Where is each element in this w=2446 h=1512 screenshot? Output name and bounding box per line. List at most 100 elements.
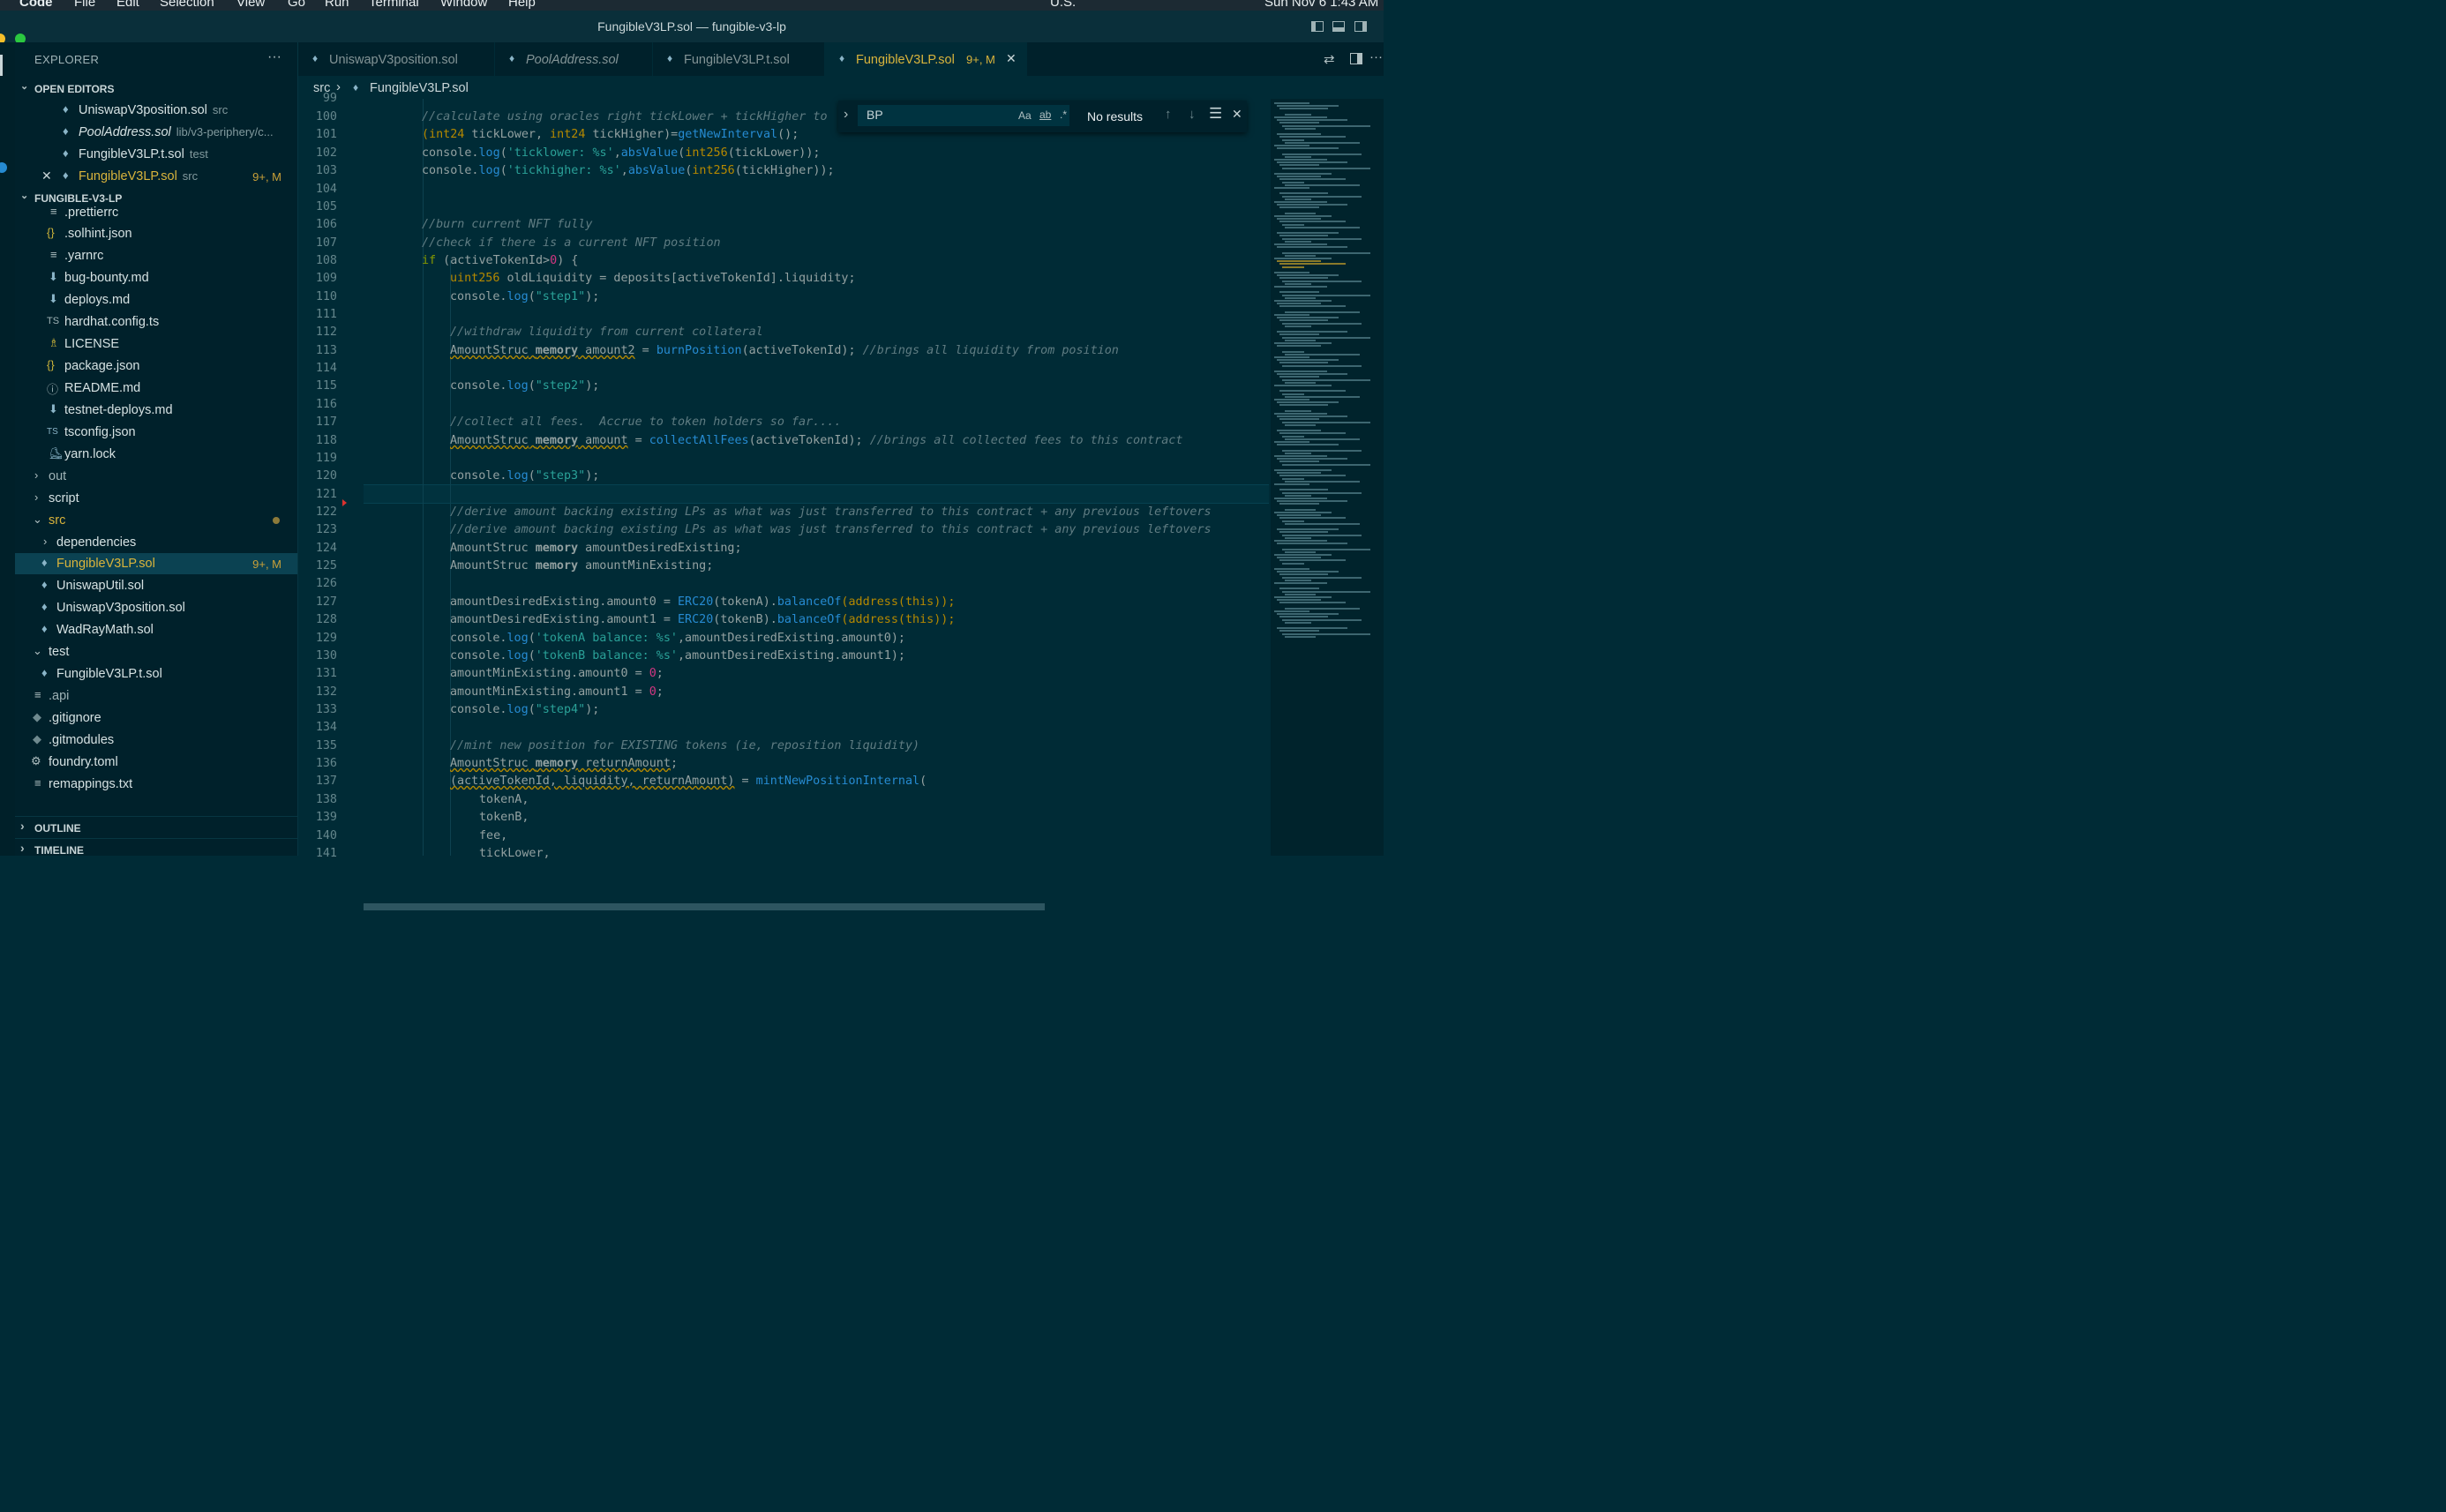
explorer-activity-indicator[interactable]	[0, 55, 3, 76]
use-regex-icon[interactable]: .*	[1060, 109, 1067, 121]
tree-item-file[interactable]: ⓘ README.md	[15, 378, 297, 399]
minimap[interactable]	[1271, 99, 1384, 856]
minimap-line	[1282, 153, 1362, 155]
notification-dot-icon	[0, 162, 7, 173]
tree-item-file[interactable]: ◆ .gitmodules	[15, 730, 297, 751]
close-icon[interactable]: ✕	[41, 168, 52, 183]
line-number: 135	[315, 739, 337, 752]
tree-item-file[interactable]: ⛸ yarn.lock	[15, 444, 297, 465]
tree-item-label: script	[49, 491, 79, 505]
code-line: //collect all fees. Accrue to token hold…	[364, 415, 841, 429]
tree-item-file[interactable]: ♦ UniswapUtil.sol	[15, 575, 297, 596]
tree-item-folder[interactable]: › script	[15, 488, 297, 509]
minimap-line	[1274, 371, 1327, 372]
open-editor-path: test	[189, 147, 208, 161]
previous-match-icon[interactable]: ↑	[1165, 107, 1172, 122]
tree-item-file[interactable]: ≡ .prettierrc	[15, 202, 297, 223]
minimap-line	[1279, 630, 1319, 632]
tree-item-file[interactable]: TS tsconfig.json	[15, 422, 297, 443]
git-icon: ◆	[33, 732, 41, 745]
toggle-panel-icon[interactable]	[1332, 21, 1345, 32]
menu-run[interactable]: Run	[325, 0, 349, 10]
menu-app[interactable]: Code	[19, 0, 53, 10]
solidity-file-icon: ♦	[312, 52, 319, 64]
menu-window[interactable]: Window	[440, 0, 487, 10]
tree-item-file-selected[interactable]: ♦ FungibleV3LP.sol 9+, M	[15, 553, 297, 574]
tree-item-file[interactable]: TS hardhat.config.ts	[15, 311, 297, 333]
tree-item-folder[interactable]: › dependencies	[15, 532, 297, 553]
match-whole-word-icon[interactable]: ab	[1039, 109, 1051, 121]
menubar-clock[interactable]: Sun Nov 6 1:43 AM	[1264, 0, 1378, 10]
more-actions-icon[interactable]: ···	[1369, 49, 1383, 64]
tree-item-file[interactable]: ♦ UniswapV3position.sol	[15, 597, 297, 618]
toggle-secondary-sidebar-icon[interactable]	[1354, 21, 1367, 32]
code-token: AmountStruc	[450, 757, 529, 770]
tree-item-file[interactable]: ♗ LICENSE	[15, 333, 297, 355]
code-token: ,amountDesiredExisting.amount0);	[678, 632, 905, 645]
line-number: 105	[315, 200, 337, 213]
split-editor-icon[interactable]	[1350, 53, 1362, 64]
tree-item-file[interactable]: ⬇ deploys.md	[15, 289, 297, 311]
solidity-file-icon: ♦	[839, 52, 845, 64]
modified-badge: 9+, M	[252, 170, 281, 183]
close-icon[interactable]: ✕	[1232, 107, 1242, 122]
toggle-sidebar-icon[interactable]	[1311, 21, 1324, 32]
code-line: tokenB,	[364, 811, 529, 824]
tree-item-folder[interactable]: › out	[15, 466, 297, 487]
minimap-line	[1282, 618, 1362, 621]
menu-file[interactable]: File	[74, 0, 95, 10]
explorer-more-actions-icon[interactable]: ···	[267, 49, 281, 65]
tab-pooladdress[interactable]: ♦ PoolAddress.sol	[495, 42, 653, 76]
next-match-icon[interactable]: ↓	[1189, 107, 1196, 122]
tree-item-folder-open[interactable]: ⌄ test	[15, 641, 297, 662]
toggle-replace-chevron-icon[interactable]: ›	[844, 107, 848, 123]
open-editor-item[interactable]: ♦ PoolAddress.sol lib/v3-periphery/c...	[15, 122, 297, 143]
horizontal-scrollbar[interactable]	[364, 903, 1045, 910]
source-control-compare-icon[interactable]: ⇄	[1324, 51, 1335, 67]
menu-view[interactable]: View	[236, 0, 265, 10]
tree-item-file[interactable]: ⬇ bug-bounty.md	[15, 267, 297, 288]
minimap-line	[1279, 404, 1328, 407]
code-token: collectAllFees	[649, 434, 749, 447]
timeline-header[interactable]: › TIMELINE	[15, 838, 297, 856]
menu-terminal[interactable]: Terminal	[369, 0, 419, 10]
tab-fungiblev3lp-test[interactable]: ♦ FungibleV3LP.t.sol	[653, 42, 825, 76]
close-icon[interactable]: ✕	[1006, 51, 1017, 66]
tree-item-file[interactable]: ⬇ testnet-deploys.md	[15, 400, 297, 421]
tree-item-file[interactable]: ◆ .gitignore	[15, 707, 297, 729]
code-token: amountMinExisting.amount0 =	[450, 667, 649, 680]
find-input[interactable]: BP Aa ab .*	[858, 105, 1069, 126]
tree-item-file[interactable]: ⚙ foundry.toml	[15, 752, 297, 773]
tree-item-file[interactable]: {} .solhint.json	[15, 223, 297, 244]
tree-item-file[interactable]: ♦ FungibleV3LP.t.sol	[15, 663, 297, 685]
tab-fungiblev3lp[interactable]: ♦ FungibleV3LP.sol 9+, M ✕	[825, 42, 1027, 76]
menu-selection[interactable]: Selection	[160, 0, 214, 10]
tree-item-file[interactable]: {} package.json	[15, 356, 297, 377]
line-number: 136	[315, 757, 337, 770]
open-editor-item[interactable]: ♦ UniswapV3position.sol src	[15, 100, 297, 121]
tab-uniswapv3position[interactable]: ♦ UniswapV3position.sol	[298, 42, 495, 76]
code-line: console.log("step2");	[364, 379, 599, 393]
editor-area: ♦ UniswapV3position.sol ♦ PoolAddress.sol …	[298, 42, 1384, 910]
menu-help[interactable]: Help	[508, 0, 536, 10]
line-number: 131	[315, 667, 337, 680]
tree-item-file[interactable]: ≡ remappings.txt	[15, 774, 297, 795]
tree-item-file[interactable]: ≡ .api	[15, 685, 297, 707]
menu-go[interactable]: Go	[288, 0, 305, 10]
menu-edit[interactable]: Edit	[116, 0, 139, 10]
match-case-icon[interactable]: Aa	[1018, 109, 1032, 122]
tree-item-folder-open[interactable]: ⌄ src	[15, 510, 297, 531]
solidity-file-icon: ♦	[63, 146, 69, 160]
open-editor-item-active[interactable]: ✕ ♦ FungibleV3LP.sol src 9+, M	[15, 166, 297, 187]
tree-item-file[interactable]: ≡ .yarnrc	[15, 245, 297, 266]
code-editor[interactable]: 99 100 101 102 103 104 105 106 107 108 1…	[298, 92, 1269, 910]
breadcrumb-file[interactable]: FungibleV3LP.sol	[370, 81, 469, 95]
open-editors-header[interactable]: ⌄ OPEN EDITORS	[15, 78, 297, 99]
tree-item-file[interactable]: ♦ WadRayMath.sol	[15, 619, 297, 640]
outline-header[interactable]: › OUTLINE	[15, 816, 297, 838]
input-source-label[interactable]: U.S.	[1050, 0, 1076, 10]
find-in-selection-icon[interactable]: ☰	[1209, 105, 1222, 123]
minimap-line	[1285, 607, 1360, 610]
open-editor-item[interactable]: ♦ FungibleV3LP.t.sol test	[15, 144, 297, 165]
tree-item-label: .yarnrc	[64, 249, 104, 263]
